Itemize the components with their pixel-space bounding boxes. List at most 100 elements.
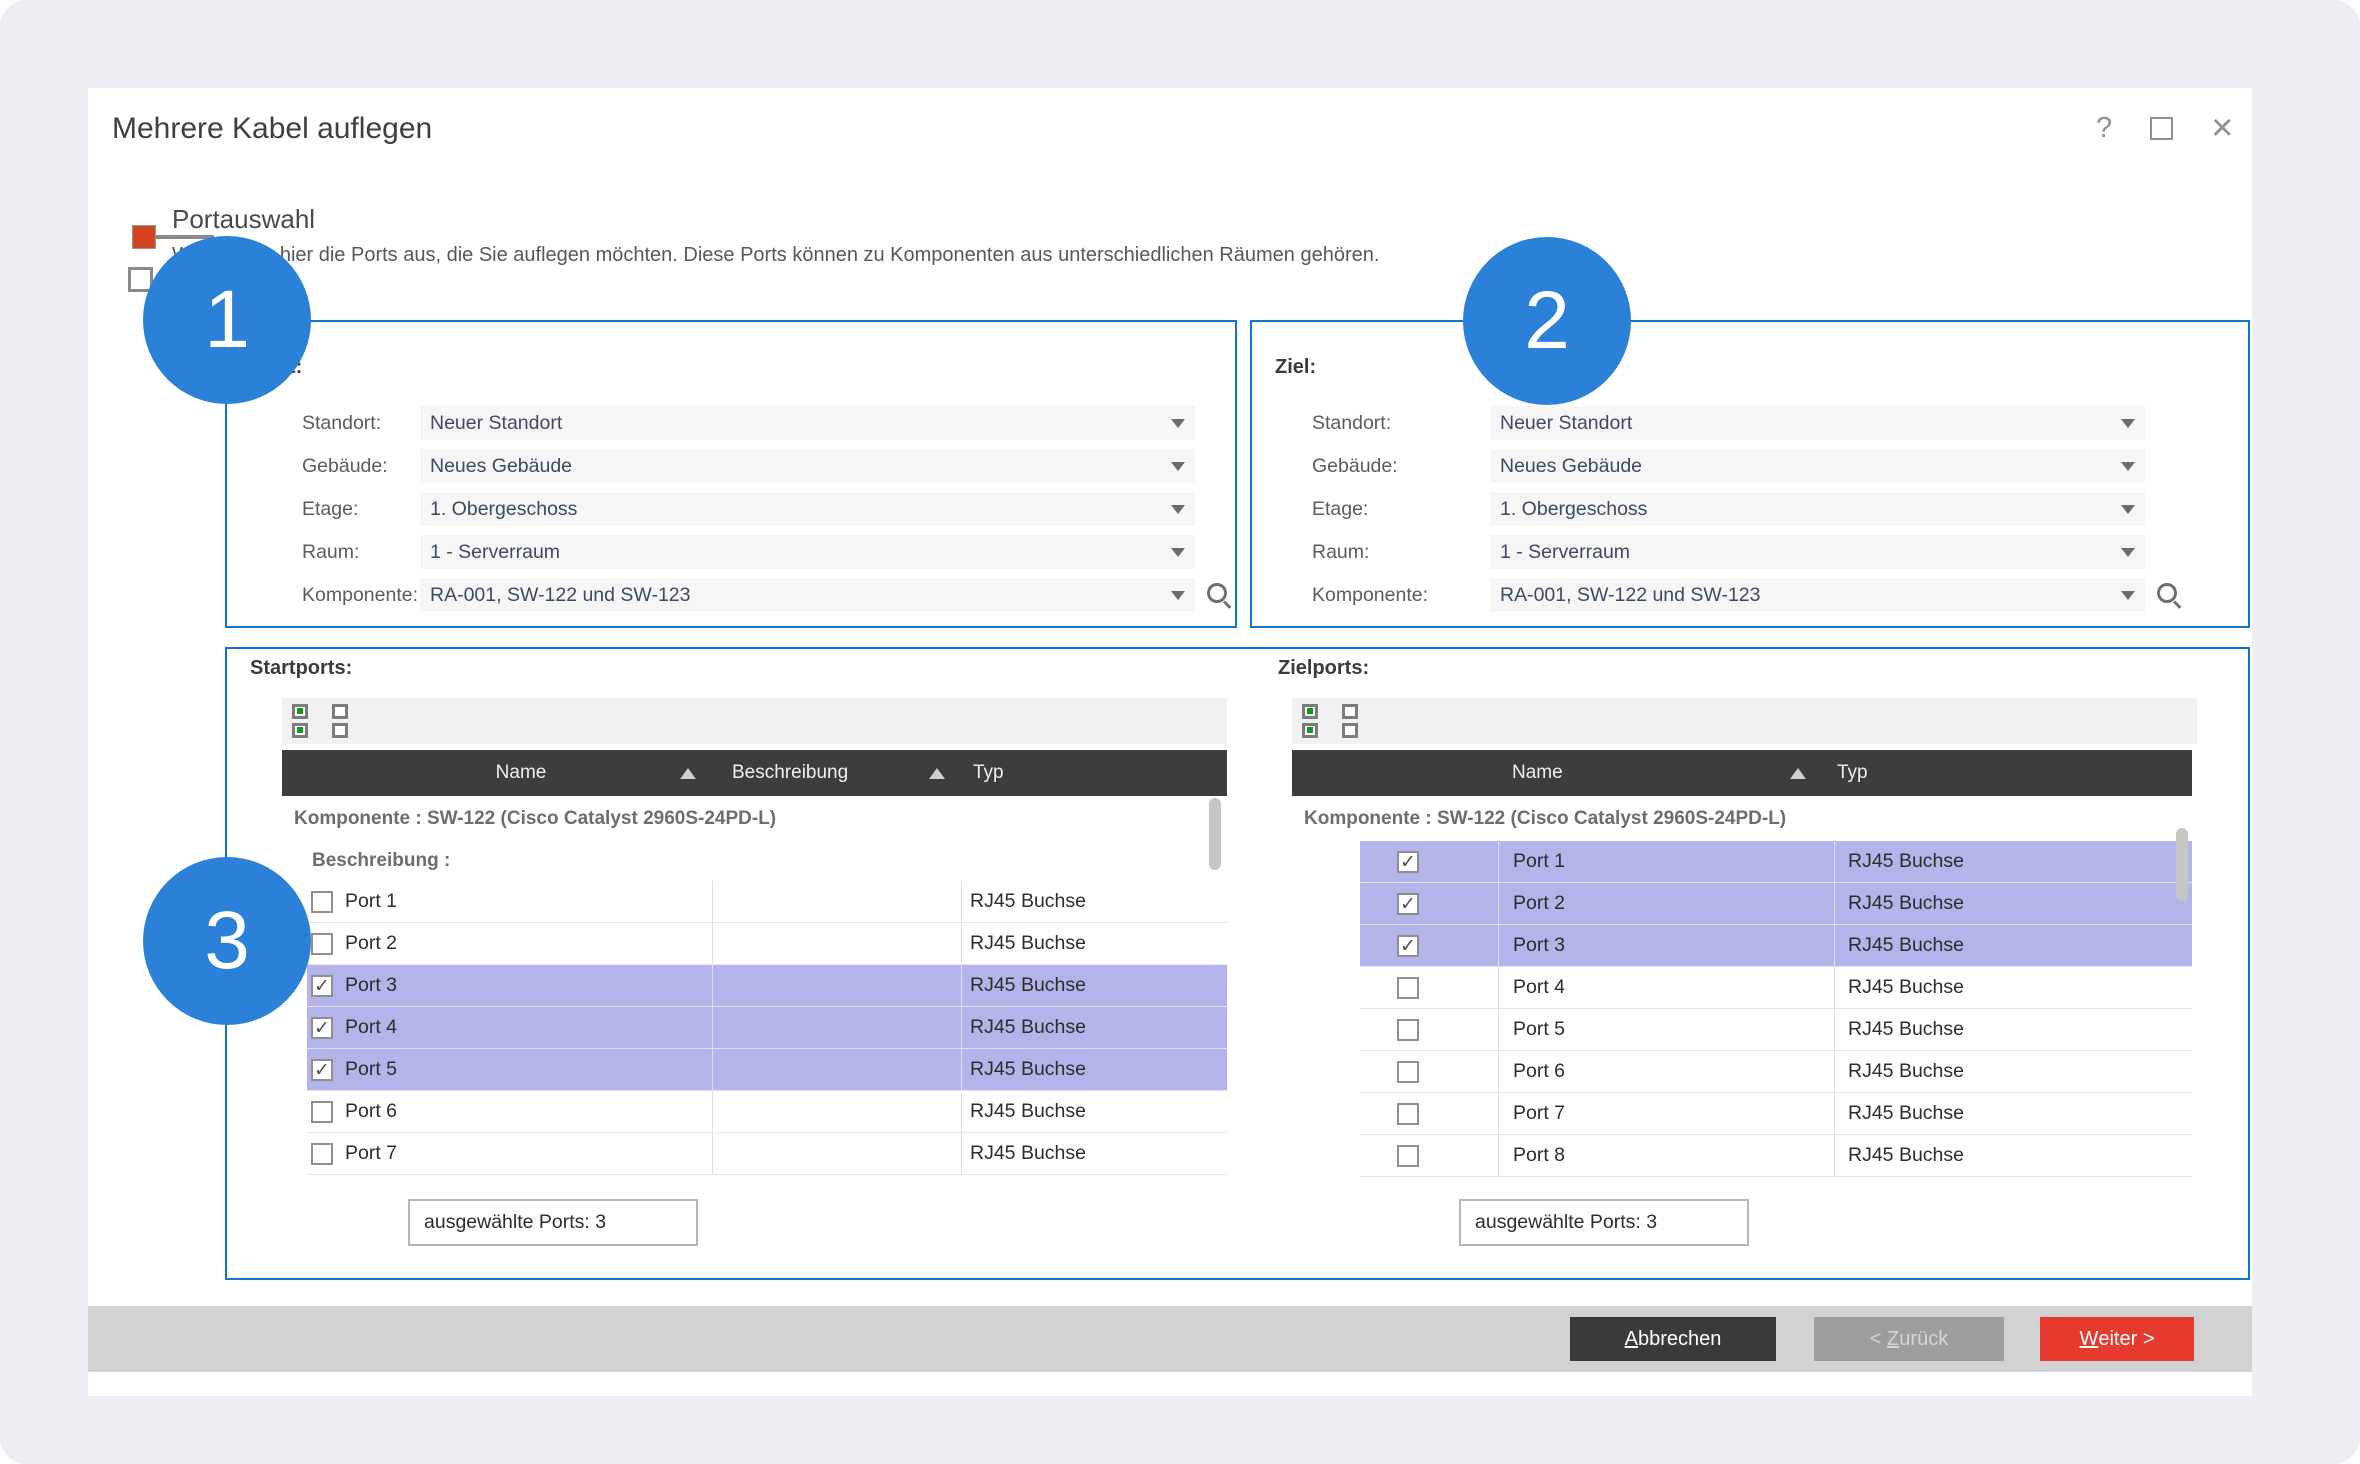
next-button[interactable]: Weiter > xyxy=(2040,1317,2194,1361)
select-all-ports-icon[interactable] xyxy=(292,704,308,738)
port-checkbox[interactable]: ✓ xyxy=(311,975,333,997)
port-name-cell: Port 8 xyxy=(1498,1135,1834,1176)
dropdown-geb-ude[interactable]: Neues Gebäude xyxy=(1490,449,2145,483)
port-checkbox[interactable]: ✓ xyxy=(311,1059,333,1081)
window-controls: ? × xyxy=(2096,106,2246,150)
header-checkbox-column xyxy=(1292,750,1498,796)
port-checkbox[interactable]: ✓ xyxy=(1397,935,1419,957)
port-name-cell: Port 7 xyxy=(1498,1093,1834,1134)
checkbox-cell xyxy=(1360,1135,1498,1176)
port-row-port-1[interactable]: Port 1 RJ45 Buchse xyxy=(307,881,1227,923)
port-row-port-5[interactable]: Port 5RJ45 Buchse xyxy=(1360,1009,2192,1051)
deselect-all-ports-icon[interactable] xyxy=(332,704,348,738)
port-type-cell: RJ45 Buchse xyxy=(1834,1009,2192,1050)
port-checkbox[interactable]: ✓ xyxy=(1397,851,1419,873)
field-label: Raum: xyxy=(302,541,420,564)
port-row-port-4[interactable]: Port 4RJ45 Buchse xyxy=(1360,967,2192,1009)
port-checkbox[interactable]: ✓ xyxy=(311,1017,333,1039)
zielports-toolbar xyxy=(1292,698,2197,744)
port-type-cell: RJ45 Buchse xyxy=(961,881,1227,922)
port-row-port-7[interactable]: Port 7RJ45 Buchse xyxy=(1360,1093,2192,1135)
field-label: Etage: xyxy=(1312,498,1490,521)
port-row-port-6[interactable]: Port 6RJ45 Buchse xyxy=(1360,1051,2192,1093)
checkbox-cell xyxy=(1360,967,1498,1008)
port-checkbox[interactable] xyxy=(311,1143,333,1165)
port-row-port-2[interactable]: ✓Port 2RJ45 Buchse xyxy=(1360,883,2192,925)
chevron-down-icon xyxy=(1171,419,1185,428)
search-icon[interactable] xyxy=(2155,581,2183,609)
select-all-ports-icon[interactable] xyxy=(1302,704,1318,738)
port-checkbox[interactable] xyxy=(311,1101,333,1123)
port-checkbox[interactable] xyxy=(1397,1103,1419,1125)
header-beschreibung-column[interactable]: Beschreibung xyxy=(712,750,961,796)
dropdown-value: 1. Obergeschoss xyxy=(1490,498,1647,521)
field-row-komponente: Komponente:RA-001, SW-122 und SW-123 xyxy=(227,578,1235,612)
callout-circle-2: 2 xyxy=(1463,237,1631,405)
dropdown-raum[interactable]: 1 - Serverraum xyxy=(420,535,1195,569)
header-name-column[interactable]: Name xyxy=(1498,750,1822,796)
callout-circle-1: 1 xyxy=(143,236,311,404)
port-name-cell: Port 3 xyxy=(1498,925,1834,966)
cancel-button[interactable]: Abbrechen xyxy=(1570,1317,1776,1361)
help-icon[interactable]: ? xyxy=(2096,112,2112,145)
dropdown-raum[interactable]: 1 - Serverraum xyxy=(1490,535,2145,569)
checkbox-cell xyxy=(1360,1093,1498,1134)
header-name-column[interactable]: Name xyxy=(330,750,712,796)
dropdown-etage[interactable]: 1. Obergeschoss xyxy=(420,492,1195,526)
dialog-mehrere-kabel-auflegen: Mehrere Kabel auflegen ? × Portauswahl W… xyxy=(88,88,2252,1396)
port-row-port-5[interactable]: ✓Port 5RJ45 Buchse xyxy=(307,1049,1227,1091)
port-description-cell xyxy=(712,923,961,964)
port-checkbox[interactable] xyxy=(1397,1019,1419,1041)
port-type-cell: RJ45 Buchse xyxy=(961,1007,1227,1048)
port-name-cell: Port 6 xyxy=(1498,1051,1834,1092)
port-row-port-3[interactable]: ✓Port 3RJ45 Buchse xyxy=(1360,925,2192,967)
port-row-port-7[interactable]: Port 7RJ45 Buchse xyxy=(307,1133,1227,1175)
field-label: Raum: xyxy=(1312,541,1490,564)
port-row-port-4[interactable]: ✓Port 4RJ45 Buchse xyxy=(307,1007,1227,1049)
sort-asc-icon xyxy=(680,768,696,779)
search-icon[interactable] xyxy=(1205,581,1233,609)
port-row-port-6[interactable]: Port 6RJ45 Buchse xyxy=(307,1091,1227,1133)
port-checkbox[interactable] xyxy=(311,891,333,913)
ziel-panel-title: Ziel: xyxy=(1275,356,1316,379)
port-name: Port 2 xyxy=(345,932,397,955)
checkbox-cell: Port 1 xyxy=(307,881,712,922)
port-row-port-8[interactable]: Port 8RJ45 Buchse xyxy=(1360,1135,2192,1177)
header-typ-column[interactable]: Typ xyxy=(961,750,1227,796)
startports-scrollbar[interactable] xyxy=(1209,798,1221,870)
dropdown-komponente[interactable]: RA-001, SW-122 und SW-123 xyxy=(420,578,1195,612)
dropdown-standort[interactable]: Neuer Standort xyxy=(420,406,1195,440)
dropdown-etage[interactable]: 1. Obergeschoss xyxy=(1490,492,2145,526)
checkbox-cell: ✓ xyxy=(1360,925,1498,966)
dropdown-value: Neues Gebäude xyxy=(420,455,572,478)
port-type-cell: RJ45 Buchse xyxy=(1834,841,2192,882)
dropdown-geb-ude[interactable]: Neues Gebäude xyxy=(420,449,1195,483)
dropdown-komponente[interactable]: RA-001, SW-122 und SW-123 xyxy=(1490,578,2145,612)
port-checkbox[interactable] xyxy=(1397,1145,1419,1167)
port-type-cell: RJ45 Buchse xyxy=(1834,883,2192,924)
start-panel-fields: Standort:Neuer StandortGebäude:Neues Geb… xyxy=(227,406,1235,621)
chevron-down-icon xyxy=(2121,419,2135,428)
port-checkbox[interactable] xyxy=(1397,977,1419,999)
header-typ-column[interactable]: Typ xyxy=(1822,750,2192,796)
port-row-port-1[interactable]: ✓Port 1RJ45 Buchse xyxy=(1360,841,2192,883)
component-group-row: Komponente : SW-122 (Cisco Catalyst 2960… xyxy=(282,796,1227,841)
dropdown-value: 1 - Serverraum xyxy=(420,541,560,564)
port-description-cell xyxy=(712,1007,961,1048)
chevron-down-icon xyxy=(2121,462,2135,471)
checkbox-cell xyxy=(1360,1051,1498,1092)
close-icon[interactable]: × xyxy=(2211,113,2233,143)
dropdown-standort[interactable]: Neuer Standort xyxy=(1490,406,2145,440)
deselect-all-ports-icon[interactable] xyxy=(1342,704,1358,738)
port-checkbox[interactable] xyxy=(311,933,333,955)
port-checkbox[interactable] xyxy=(1397,1061,1419,1083)
field-label: Standort: xyxy=(302,412,420,435)
zielports-scrollbar[interactable] xyxy=(2176,828,2188,901)
port-row-port-2[interactable]: Port 2RJ45 Buchse xyxy=(307,923,1227,965)
maximize-icon[interactable] xyxy=(2150,117,2173,140)
port-type-cell: RJ45 Buchse xyxy=(961,1091,1227,1132)
port-row-port-3[interactable]: ✓Port 3RJ45 Buchse xyxy=(307,965,1227,1007)
zielports-selected-counter: ausgewählte Ports: 3 xyxy=(1459,1199,1749,1246)
chevron-down-icon xyxy=(1171,591,1185,600)
port-checkbox[interactable]: ✓ xyxy=(1397,893,1419,915)
